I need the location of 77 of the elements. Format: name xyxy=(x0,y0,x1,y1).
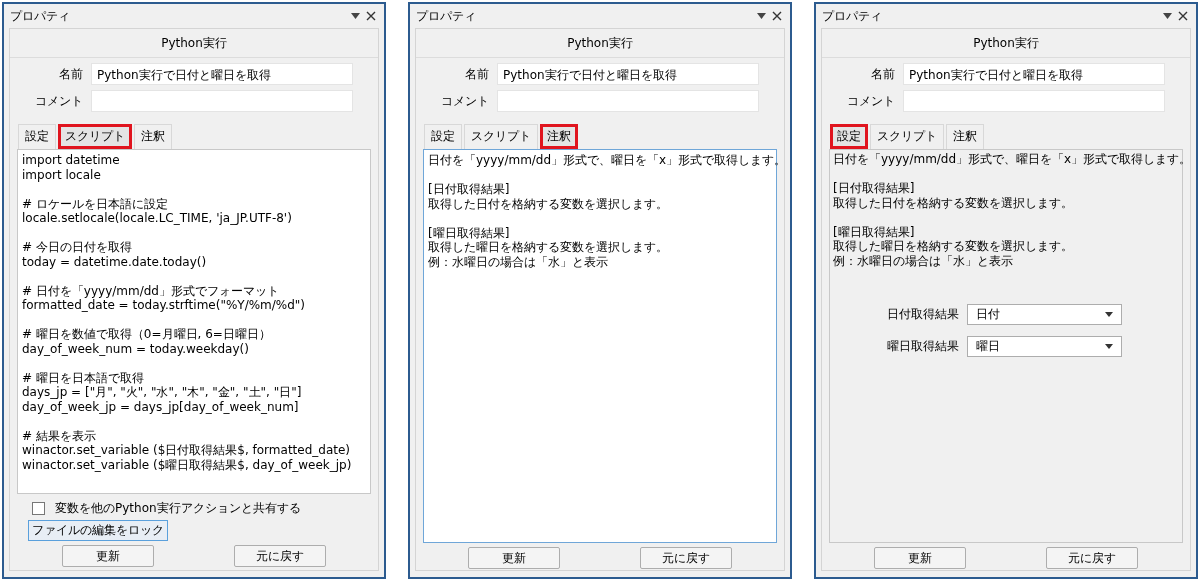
checkbox-label: 変数を他のPython実行アクションと共有する xyxy=(55,500,301,517)
tab[interactable]: 注釈 xyxy=(946,124,984,149)
description-line: 例：水曜日の場合は「水」と表示 xyxy=(833,253,1013,268)
code-line: day_of_week_jp = days_jp[day_of_week_num] xyxy=(22,399,299,414)
tab[interactable]: スクリプト xyxy=(464,124,538,149)
caret-icon xyxy=(1105,344,1113,349)
text-field[interactable]: Python実行で日付と曜日を取得 xyxy=(903,63,1165,85)
code-line: # 結果を表示 xyxy=(22,428,96,443)
tab[interactable]: 注釈 xyxy=(540,124,578,149)
action-header: Python実行 xyxy=(10,29,378,58)
code-line: today = datetime.date.today() xyxy=(22,254,207,269)
note-editor[interactable]: 日付を「yyyy/mm/dd」形式で、曜日を「x」形式で取得します。 [日付取得結果] 取得した日付を格納する変数を選択します。 [曜日取得結果] 取得した曜日を格納する変数を選択します。 例：水曜日の場合は「水」と表示 xyxy=(423,149,777,543)
field-label: コメント xyxy=(34,92,83,110)
dropdown-arrow-icon[interactable] xyxy=(351,13,360,19)
code-line: # 日付を「yyyy/mm/dd」形式でフォーマット xyxy=(22,283,279,298)
tab[interactable]: 設定 xyxy=(830,124,868,149)
note-line: [日付取得結果] xyxy=(428,182,510,196)
panel-title: プロパティ xyxy=(416,8,476,23)
lock-button[interactable]: ファイルの編集をロック xyxy=(28,520,168,541)
code-line: days_jp = ["月", "火", "水", "木", "金", "土", "日"] xyxy=(22,385,302,399)
dropdown-label: 曜日取得結果 xyxy=(886,339,959,354)
text-field[interactable]: Python実行で日付と曜日を取得 xyxy=(91,63,353,85)
action-header: Python実行 xyxy=(822,29,1190,58)
dropdown-arrow-icon[interactable] xyxy=(757,13,766,19)
description-line: [曜日取得結果] xyxy=(833,224,915,239)
code-line: # ロケールを日本語に設定 xyxy=(22,196,168,211)
field-label: 名前 xyxy=(464,65,489,83)
dropdown-label: 日付取得結果 xyxy=(886,307,959,322)
text-field[interactable] xyxy=(91,90,353,112)
field-label: 名前 xyxy=(58,65,83,83)
text-field[interactable] xyxy=(903,90,1165,112)
close-icon[interactable] xyxy=(772,11,782,21)
description-line: 取得した曜日を格納する変数を選択します。 xyxy=(833,239,1073,253)
action-button[interactable]: 元に戻す xyxy=(234,545,326,567)
dropdown[interactable]: 日付 xyxy=(967,304,1122,325)
tab[interactable]: スクリプト xyxy=(58,124,132,149)
code-line: # 今日の日付を取得 xyxy=(22,240,132,254)
panel-title: プロパティ xyxy=(822,8,882,23)
action-button[interactable]: 更新 xyxy=(468,547,560,569)
panel-title: プロパティ xyxy=(10,8,70,23)
action-button[interactable]: 元に戻す xyxy=(640,547,732,569)
dropdown[interactable]: 曜日 xyxy=(967,336,1122,357)
field-label: コメント xyxy=(846,92,895,110)
text-field[interactable] xyxy=(497,90,759,112)
code-line: formatted_date = today.strftime("%Y/%m/%d") xyxy=(22,298,306,312)
tab[interactable]: スクリプト xyxy=(870,124,944,149)
checkbox[interactable] xyxy=(32,502,45,515)
field-label: 名前 xyxy=(870,65,895,83)
code-line: winactor.set_variable ($曜日取得結果$, day_of_week_jp) xyxy=(22,457,352,472)
action-button[interactable]: 元に戻す xyxy=(1046,547,1138,569)
code-line: # 曜日を数値で取得（0=月曜日, 6=日曜日） xyxy=(22,327,271,341)
tab[interactable]: 設定 xyxy=(18,124,56,149)
caret-icon xyxy=(1105,312,1113,317)
description-line: 日付を「yyyy/mm/dd」形式で、曜日を「x」形式で取得します。 xyxy=(833,152,1192,166)
description-line: [日付取得結果] xyxy=(833,181,915,195)
note-line: 例：水曜日の場合は「水」と表示 xyxy=(428,254,608,269)
dropdown-arrow-icon[interactable] xyxy=(1163,13,1172,19)
code-line: day_of_week_num = today.weekday() xyxy=(22,341,249,356)
tab[interactable]: 設定 xyxy=(424,124,462,149)
script-editor[interactable] xyxy=(17,149,371,494)
code-line: # 曜日を日本語で取得 xyxy=(22,370,144,385)
code-line: import locale xyxy=(22,167,101,182)
action-button[interactable]: 更新 xyxy=(62,545,154,567)
close-icon[interactable] xyxy=(366,11,376,21)
tab[interactable]: 注釈 xyxy=(134,124,172,149)
text-field[interactable]: Python実行で日付と曜日を取得 xyxy=(497,63,759,85)
note-line: 取得した日付を格納する変数を選択します。 xyxy=(428,196,668,211)
action-button[interactable]: 更新 xyxy=(874,547,966,569)
code-line: winactor.set_variable ($日付取得結果$, formatted_date) xyxy=(22,443,351,457)
field-label: コメント xyxy=(440,92,489,110)
action-header: Python実行 xyxy=(416,29,784,58)
code-line: locale.setlocale(locale.LC_TIME, 'ja_JP.UTF-8') xyxy=(22,211,292,225)
close-icon[interactable] xyxy=(1178,11,1188,21)
code-line: import datetime xyxy=(22,153,120,167)
description-line: 取得した日付を格納する変数を選択します。 xyxy=(833,195,1073,210)
note-line: 取得した曜日を格納する変数を選択します。 xyxy=(428,240,668,254)
note-line: [曜日取得結果] xyxy=(428,225,510,240)
